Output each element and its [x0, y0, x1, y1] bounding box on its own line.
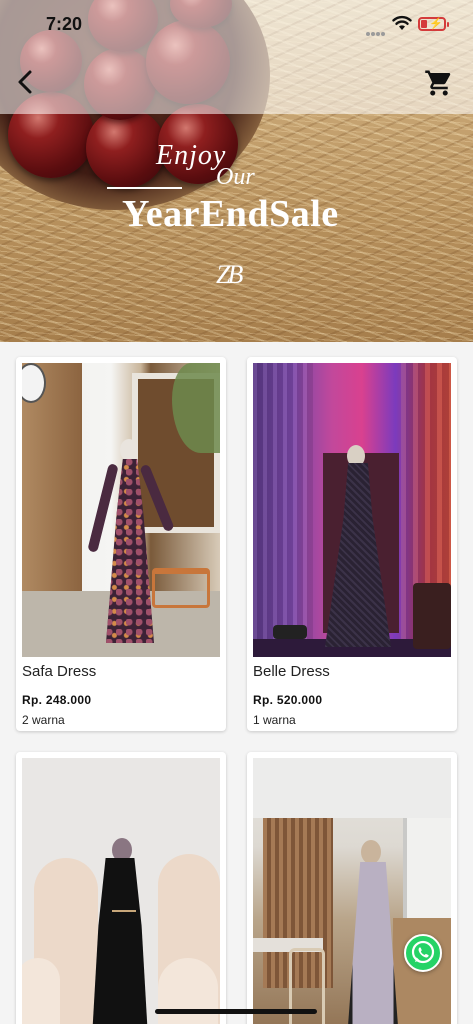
product-image [253, 363, 451, 657]
product-card[interactable]: Safa Dress Rp. 248.000 2 warna [16, 357, 226, 731]
product-card[interactable] [16, 752, 226, 1024]
status-time: 7:20 [46, 14, 83, 34]
screen: Enjoy Our YearEndSale ZB 7:20 ⚡ Safa Dre… [0, 0, 473, 1024]
product-name: Safa Dress [22, 663, 97, 680]
product-color-count: 2 warna [22, 713, 65, 727]
brand-logo: ZB [216, 260, 243, 289]
home-indicator[interactable] [155, 1009, 317, 1014]
chevron-left-icon[interactable] [12, 66, 42, 98]
product-image [22, 758, 220, 1024]
product-name: Belle Dress [253, 663, 330, 680]
product-image [253, 758, 451, 1024]
promo-line-our: Our [216, 164, 255, 190]
product-image [22, 363, 220, 657]
cellular-signal-icon [366, 23, 388, 36]
product-card[interactable]: Belle Dress Rp. 520.000 1 warna [247, 357, 457, 731]
promo-divider [107, 187, 182, 189]
product-card[interactable] [247, 752, 457, 1024]
banner-apple [86, 108, 166, 188]
product-grid: Safa Dress Rp. 248.000 2 warna Belle Dre… [0, 342, 473, 1024]
product-price: Rp. 248.000 [22, 693, 92, 707]
whatsapp-chat-button[interactable] [404, 934, 442, 972]
product-price: Rp. 520.000 [253, 693, 323, 707]
promo-banner[interactable]: Enjoy Our YearEndSale ZB [0, 0, 473, 342]
promo-headline: YearEndSale [122, 193, 339, 235]
whatsapp-icon [411, 940, 435, 964]
product-color-count: 1 warna [253, 713, 296, 727]
status-bar: 7:20 ⚡ [0, 0, 473, 50]
wifi-icon [392, 15, 412, 30]
battery-icon: ⚡ [418, 17, 449, 31]
shopping-cart-icon[interactable] [424, 68, 454, 98]
